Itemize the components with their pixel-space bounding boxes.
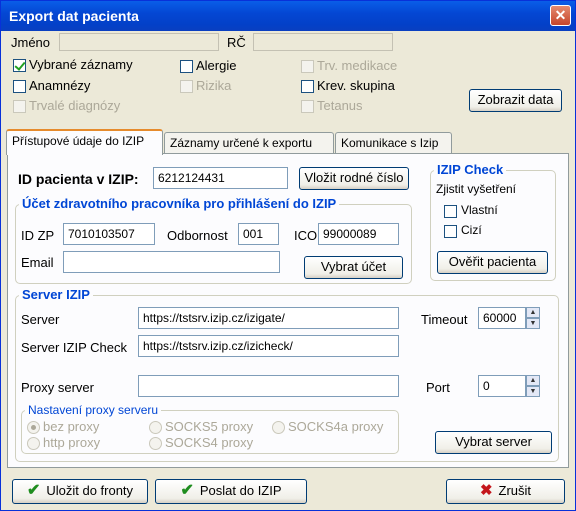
patient-id-label: ID pacienta v IZIP: <box>18 171 139 187</box>
tetanus-label: Tetanus <box>317 98 363 113</box>
timeout-label: Timeout <box>421 312 468 327</box>
rc-field <box>253 33 393 51</box>
tab-zaznamy-k-exportu[interactable]: Záznamy určené k exportu <box>164 132 334 154</box>
cancel-label: Zrušit <box>498 483 532 498</box>
krev-skupina-label: Krev. skupina <box>317 78 395 93</box>
vybrane-zaznamy-label: Vybrané záznamy <box>29 57 133 72</box>
window-title: Export dat pacienta <box>9 8 139 24</box>
radio-socks4a-proxy <box>272 421 285 434</box>
idzp-input[interactable]: 7010103507 <box>63 223 155 245</box>
radio-bez-proxy <box>27 421 40 434</box>
email-input[interactable] <box>63 251 280 273</box>
tab-panel: ID pacienta v IZIP: 6212124431 Vložit ro… <box>7 153 569 468</box>
spin-down-icon[interactable]: ▼ <box>526 318 540 329</box>
send-to-izip-label: Poslat do IZIP <box>199 483 282 498</box>
tetanus-checkbox <box>301 100 314 113</box>
cancel-button[interactable]: ✖ Zrušit <box>446 479 565 504</box>
vlastni-checkbox[interactable] <box>444 205 457 218</box>
socks4a-proxy-label: SOCKS4a proxy <box>288 419 384 434</box>
izip-check-title: IZIP Check <box>434 162 507 177</box>
cizi-checkbox[interactable] <box>444 225 457 238</box>
trv-medikace-label: Trv. medikace <box>317 58 398 73</box>
http-proxy-label: http proxy <box>43 435 101 450</box>
timeout-spinner[interactable]: ▲ ▼ <box>526 307 540 329</box>
radio-http-proxy <box>27 437 40 450</box>
anamnezy-checkbox[interactable] <box>13 80 26 93</box>
rc-label: RČ <box>227 35 246 50</box>
close-icon: ✕ <box>554 7 567 23</box>
vybrane-zaznamy-checkbox[interactable] <box>13 59 26 72</box>
send-to-izip-button[interactable]: ✔ Poslat do IZIP <box>155 479 307 504</box>
anamnezy-label: Anamnézy <box>29 78 91 93</box>
port-input[interactable]: 0 <box>478 375 526 397</box>
idzp-label: ID ZP <box>21 228 55 243</box>
select-account-button[interactable]: Vybrat účet <box>304 256 403 279</box>
ico-label: ICO <box>294 228 318 243</box>
trvale-diagnozy-label: Trvalé diagnózy <box>29 98 121 113</box>
email-label: Email <box>21 255 54 270</box>
krev-skupina-checkbox[interactable] <box>301 80 314 93</box>
insert-rc-button[interactable]: Vložit rodné číslo <box>299 167 409 190</box>
port-spinner[interactable]: ▲ ▼ <box>526 375 540 397</box>
proxy-settings-title: Nastavení proxy serveru <box>25 403 162 417</box>
trv-medikace-checkbox <box>301 60 314 73</box>
tab-komunikace[interactable]: Komunikace s Izip <box>335 132 452 154</box>
name-label: Jméno <box>11 35 51 50</box>
odbornost-label: Odbornost <box>167 228 228 243</box>
save-to-queue-button[interactable]: ✔ Uložit do fronty <box>12 479 148 504</box>
ico-input[interactable]: 99000089 <box>318 223 399 245</box>
server-label: Server <box>21 312 60 327</box>
vlastni-label: Vlastní <box>461 203 498 217</box>
server-input[interactable]: https://tstsrv.izip.cz/izigate/ <box>138 307 399 329</box>
timeout-input[interactable]: 60000 <box>478 307 526 329</box>
cizi-label: Cizí <box>461 223 482 237</box>
trvale-diagnozy-checkbox <box>13 100 26 113</box>
cancel-x-icon: ✖ <box>479 482 493 499</box>
spin-down-icon[interactable]: ▼ <box>526 386 540 397</box>
tab-pristupove-udaje[interactable]: Přístupové údaje do IZIP <box>6 129 163 155</box>
alergie-label: Alergie <box>196 58 237 73</box>
socks4-proxy-label: SOCKS4 proxy <box>165 435 254 450</box>
checkmark-icon: ✔ <box>180 482 194 499</box>
port-label: Port <box>426 380 450 395</box>
proxy-label: Proxy server <box>21 380 94 395</box>
alergie-checkbox[interactable] <box>180 60 193 73</box>
rizika-checkbox <box>180 80 193 93</box>
rizika-label: Rizika <box>196 78 232 93</box>
verify-patient-button[interactable]: Ověřit pacienta <box>437 251 548 274</box>
show-data-button[interactable]: Zobrazit data <box>469 89 562 112</box>
title-bar[interactable]: Export dat pacienta ✕ <box>1 1 575 31</box>
server-check-label: Server IZIP Check <box>21 340 127 355</box>
odbornost-input[interactable]: 001 <box>238 223 279 245</box>
socks5-proxy-label: SOCKS5 proxy <box>165 419 254 434</box>
spin-up-icon[interactable]: ▲ <box>526 307 540 318</box>
name-field <box>59 33 219 51</box>
server-group-title: Server IZIP <box>19 287 93 302</box>
save-to-queue-label: Uložit do fronty <box>46 483 134 498</box>
server-check-input[interactable]: https://tstsrv.izip.cz/izicheck/ <box>138 335 399 357</box>
spin-up-icon[interactable]: ▲ <box>526 375 540 386</box>
account-group-title: Účet zdravotního pracovníka pro přihláše… <box>19 196 340 211</box>
select-server-button[interactable]: Vybrat server <box>435 431 552 454</box>
checkmark-icon: ✔ <box>26 482 41 499</box>
export-dialog: Export dat pacienta ✕ Jméno RČ Vybrané z… <box>0 0 576 511</box>
proxy-input[interactable] <box>138 375 399 397</box>
radio-socks4-proxy <box>149 437 162 450</box>
patient-id-input[interactable]: 6212124431 <box>153 167 288 189</box>
izip-check-subtitle: Zjistit vyšetření <box>436 182 517 196</box>
close-button[interactable]: ✕ <box>550 5 571 26</box>
radio-socks5-proxy <box>149 421 162 434</box>
bez-proxy-label: bez proxy <box>43 419 100 434</box>
